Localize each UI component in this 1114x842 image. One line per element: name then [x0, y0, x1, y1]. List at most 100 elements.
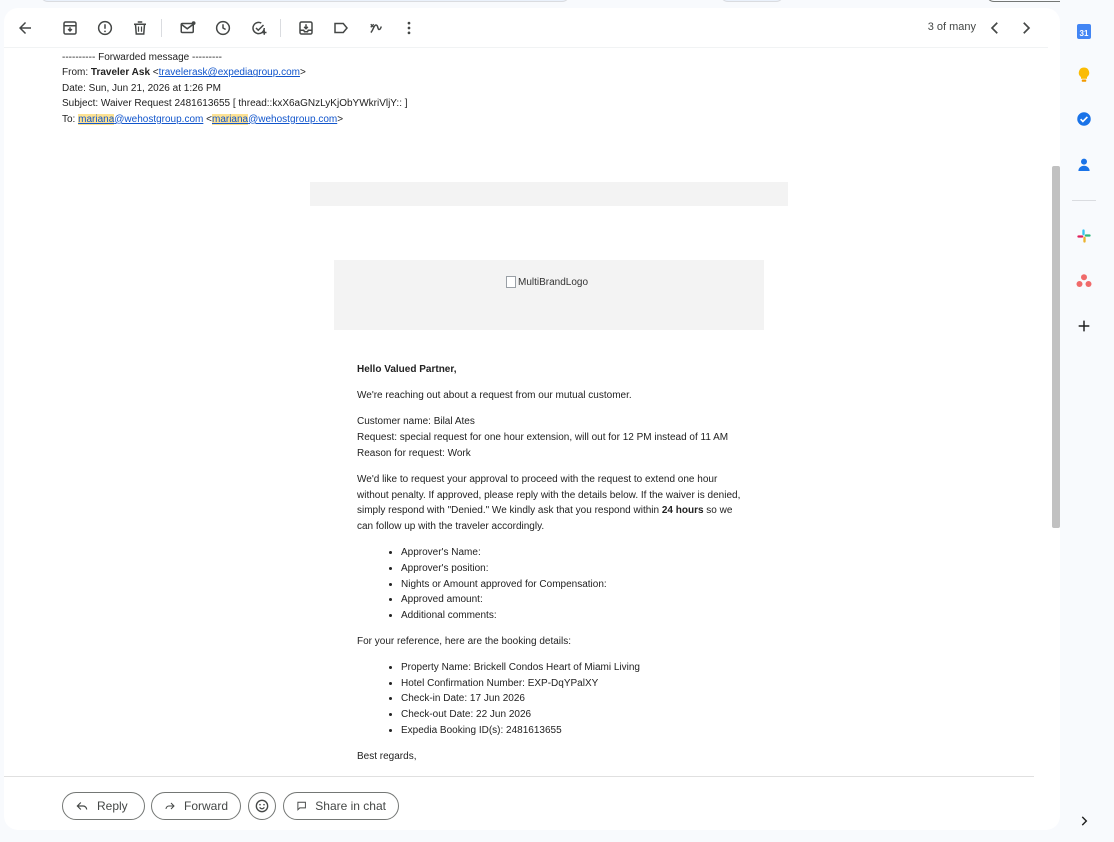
to-label: To: [62, 113, 76, 125]
customer-details: Customer name: Bilal Ates Request: speci… [357, 414, 741, 461]
add-task-icon [252, 21, 267, 35]
contacts-icon [1078, 158, 1090, 171]
content-divider [4, 776, 1034, 777]
request-text: Request: special request for one hour ex… [357, 432, 729, 444]
calendar-icon: 31 [1077, 23, 1091, 39]
emoji-reaction-button[interactable] [248, 792, 276, 820]
search-strip [0, 0, 1114, 8]
expand-panel-button[interactable] [1073, 810, 1095, 832]
list-item: Approver's Name: [401, 545, 741, 561]
sender-name: Traveler Ask [90, 67, 151, 79]
reference-intro: For your reference, here are the booking… [357, 635, 572, 647]
snooze-button[interactable] [208, 13, 238, 43]
letter-body: Hello Valued Partner, We're reaching out… [357, 362, 741, 775]
archive-button[interactable] [55, 13, 85, 43]
reply-icon [76, 802, 88, 810]
forwarded-separator: ---------- Forwarded message --------- [62, 52, 222, 63]
share-in-chat-button[interactable]: Share in chat [283, 792, 399, 820]
list-item: Additional comments: [401, 608, 741, 624]
closing: Best regards, [357, 750, 417, 762]
slack-button[interactable] [1073, 225, 1095, 247]
forward-label: Forward [183, 799, 228, 813]
greeting: Hello Valued Partner, [357, 364, 457, 375]
toolbar-divider [161, 19, 162, 37]
booking-details-list: Property Name: Brickell Condos Heart of … [401, 660, 741, 739]
newer-button[interactable] [980, 13, 1010, 43]
move-to-icon [299, 21, 313, 35]
report-spam-icon [97, 20, 113, 36]
list-item: Approved amount: [401, 592, 741, 608]
scrollbar[interactable] [1052, 166, 1060, 528]
calendar-day: 31 [1079, 28, 1089, 38]
delete-icon [134, 21, 146, 35]
label-button[interactable] [326, 13, 356, 43]
approval-paragraph: We'd like to request your approval to pr… [357, 472, 741, 535]
intro-paragraph: We're reaching out about a request from … [357, 390, 632, 402]
share-label: Share in chat [315, 799, 386, 813]
customer-name: Customer name: Bilal Ates [357, 416, 475, 428]
brand-logo-image: MultiBrandLogo [506, 276, 588, 288]
list-item: Expedia Booking ID(s): 2481613655 [401, 723, 741, 739]
asana-button[interactable] [1073, 270, 1095, 292]
mark-unread-icon [180, 21, 196, 34]
slack-icon [1077, 229, 1091, 243]
chevron-right-icon [1081, 816, 1088, 826]
list-item: Nights or Amount approved for Compensati… [401, 577, 741, 593]
sender-email-link[interactable]: travelerask@expediagroup.com [159, 67, 300, 78]
reply-button[interactable]: Reply [62, 792, 145, 820]
archive-icon [63, 21, 77, 35]
arrow-left-icon [19, 22, 31, 34]
list-item: Approver's position: [401, 561, 741, 577]
forward-icon [165, 802, 175, 810]
brand-logo-container: MultiBrandLogo [334, 260, 764, 330]
asana-icon [1076, 274, 1092, 287]
pager-count: 3 of many [927, 21, 976, 33]
filter-button[interactable] [361, 13, 391, 43]
date-line: Date: Sun, Jun 21, 2026 at 1:26 PM [62, 82, 221, 94]
list-item: Hotel Confirmation Number: EXP-DqYPalXY [401, 676, 741, 692]
chevron-left-icon [990, 22, 998, 34]
recipient-domain: @wehostgroup.com [114, 113, 204, 125]
to-line: To: mariana@wehostgroup.com <mariana@weh… [62, 113, 344, 125]
side-panel: 31 [1060, 0, 1114, 842]
older-button[interactable] [1011, 13, 1041, 43]
search-bar[interactable] [40, 0, 570, 2]
recipient-domain: @wehostgroup.com [248, 113, 338, 125]
from-line: From: Traveler Ask <travelerask@expediag… [62, 67, 306, 79]
more-actions-button[interactable] [394, 13, 424, 43]
logo-alt-text: MultiBrandLogo [518, 276, 589, 288]
email-banner-strip [310, 182, 788, 206]
move-to-button[interactable] [291, 13, 321, 43]
list-item: Property Name: Brickell Condos Heart of … [401, 660, 741, 676]
recipient-user: mariana [78, 113, 115, 125]
message-body: ---------- Forwarded message --------- F… [4, 48, 1048, 778]
subject-line: Subject: Waiver Request 2481613655 [ thr… [62, 98, 408, 110]
add-addon-icon [1078, 320, 1090, 332]
tasks-button[interactable] [1073, 108, 1095, 130]
forwarded-header: ---------- Forwarded message --------- F… [62, 50, 408, 127]
from-label: From: [62, 67, 89, 79]
add-addon-button[interactable] [1073, 315, 1095, 337]
status-chip[interactable] [720, 0, 784, 2]
calendar-button[interactable]: 31 [1073, 20, 1095, 42]
recipient-email-link-2[interactable]: mariana@wehostgroup.com [211, 113, 338, 125]
keep-button[interactable] [1073, 64, 1095, 86]
toolbar-divider [280, 19, 281, 37]
chevron-right-icon [1023, 22, 1031, 34]
report-spam-button[interactable] [90, 13, 120, 43]
back-button[interactable] [10, 13, 40, 43]
list-item: Check-in Date: 17 Jun 2026 [401, 691, 741, 707]
chat-icon [297, 801, 306, 811]
broken-image-icon [506, 276, 516, 288]
mark-unread-button[interactable] [173, 13, 203, 43]
label-icon [334, 22, 348, 34]
list-item: Check-out Date: 22 Jun 2026 [401, 707, 741, 723]
keep-icon [1078, 67, 1090, 82]
forward-button[interactable]: Forward [151, 792, 241, 820]
add-task-button[interactable] [244, 13, 274, 43]
deadline-text: 24 hours [661, 505, 704, 517]
filter-icon [370, 23, 382, 34]
recipient-email-link[interactable]: mariana@wehostgroup.com [78, 113, 204, 125]
delete-button[interactable] [125, 13, 155, 43]
contacts-button[interactable] [1073, 154, 1095, 176]
